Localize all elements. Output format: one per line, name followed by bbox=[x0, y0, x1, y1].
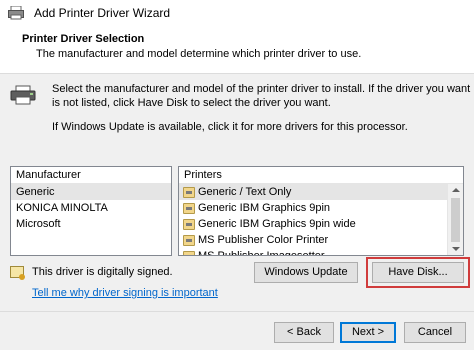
printer-item-label: Generic / Text Only bbox=[198, 186, 292, 198]
windows-update-button[interactable]: Windows Update bbox=[254, 262, 358, 283]
printer-wizard-icon bbox=[8, 5, 24, 20]
printer-small-icon bbox=[183, 202, 195, 214]
printer-small-icon bbox=[183, 218, 195, 230]
printer-item[interactable]: MS Publisher Imagesetter bbox=[179, 248, 463, 256]
window-title: Add Printer Driver Wizard bbox=[34, 6, 171, 20]
footer-divider bbox=[0, 311, 474, 312]
signature-status-text: This driver is digitally signed. bbox=[32, 266, 173, 278]
printer-item[interactable]: MS Publisher Color Printer bbox=[179, 232, 463, 248]
manufacturer-item-konica-minolta[interactable]: KONICA MINOLTA bbox=[11, 200, 171, 216]
scrollbar-thumb[interactable] bbox=[451, 198, 460, 242]
next-button[interactable]: Next > bbox=[340, 322, 396, 343]
instruction-text: Select the manufacturer and model of the… bbox=[52, 83, 471, 109]
driver-signing-info-link[interactable]: Tell me why driver signing is important bbox=[32, 287, 218, 299]
signature-status: This driver is digitally signed. bbox=[10, 266, 173, 280]
printer-item[interactable]: Generic / Text Only bbox=[179, 184, 463, 200]
manufacturer-list-header: Manufacturer bbox=[11, 167, 171, 184]
title-bar: Add Printer Driver Wizard bbox=[0, 0, 474, 26]
printer-item-label: MS Publisher Color Printer bbox=[198, 234, 329, 246]
printer-small-icon bbox=[183, 186, 195, 198]
printer-item-label: Generic IBM Graphics 9pin bbox=[198, 202, 331, 214]
scroll-up-icon[interactable] bbox=[452, 188, 460, 192]
printers-list-header: Printers bbox=[179, 167, 463, 184]
wizard-header: Printer Driver Selection The manufacture… bbox=[0, 26, 474, 74]
scroll-down-icon[interactable] bbox=[452, 247, 460, 251]
printer-item[interactable]: Generic IBM Graphics 9pin bbox=[179, 200, 463, 216]
back-button[interactable]: < Back bbox=[274, 322, 334, 343]
printer-icon bbox=[10, 85, 36, 105]
manufacturer-item-microsoft[interactable]: Microsoft bbox=[11, 216, 171, 232]
page-subtitle: The manufacturer and model determine whi… bbox=[36, 48, 362, 60]
printer-item-label: Generic IBM Graphics 9pin wide bbox=[198, 218, 356, 230]
printer-small-icon bbox=[183, 234, 195, 246]
certificate-icon bbox=[10, 266, 25, 280]
have-disk-highlight-box bbox=[366, 257, 470, 288]
printer-small-icon bbox=[183, 250, 195, 255]
cancel-button[interactable]: Cancel bbox=[404, 322, 466, 343]
manufacturer-item-generic[interactable]: Generic bbox=[11, 184, 171, 200]
manufacturer-list[interactable]: Manufacturer Generic KONICA MINOLTA Micr… bbox=[10, 166, 172, 256]
printers-list[interactable]: Printers Generic / Text Only Generic IBM… bbox=[178, 166, 464, 256]
printer-item-label: MS Publisher Imagesetter bbox=[198, 250, 325, 256]
page-title: Printer Driver Selection bbox=[22, 33, 145, 45]
printer-item[interactable]: Generic IBM Graphics 9pin wide bbox=[179, 216, 463, 232]
printers-list-scrollbar[interactable] bbox=[447, 184, 463, 255]
windows-update-hint: If Windows Update is available, click it… bbox=[52, 121, 408, 133]
